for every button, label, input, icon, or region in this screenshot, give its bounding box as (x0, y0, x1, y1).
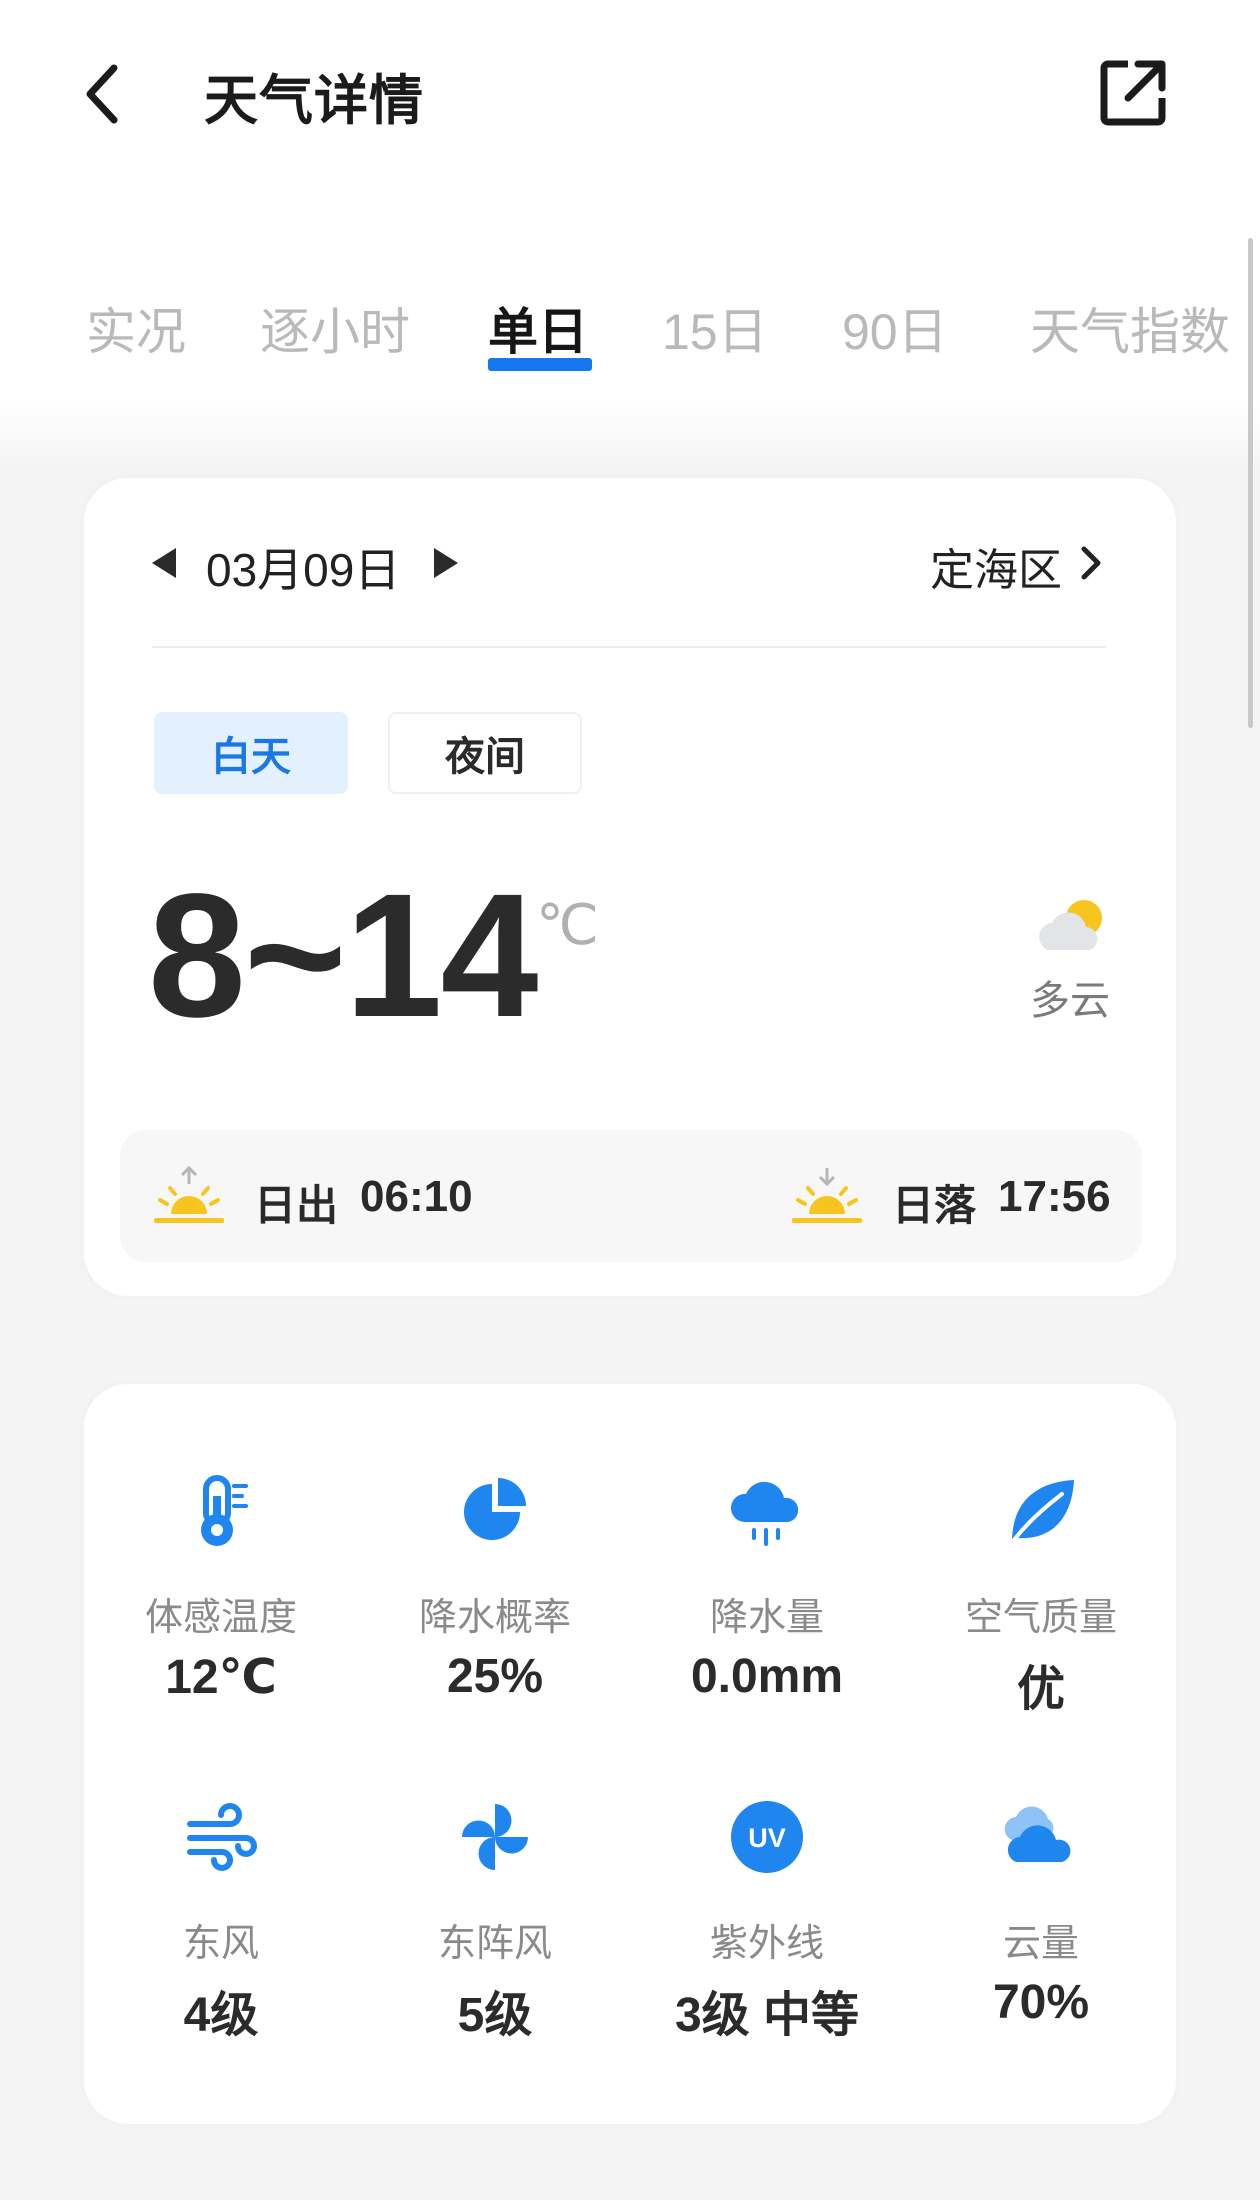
day-toggle-button[interactable]: 白天 (154, 712, 348, 794)
cloud-icon (1004, 1806, 1071, 1862)
page-title: 天气详情 (204, 71, 424, 131)
detail-label: 空气质量 (964, 1597, 1117, 1639)
detail-label: 降水量 (709, 1597, 824, 1639)
tab-single-day[interactable]: 单日 (488, 292, 588, 364)
sunset-time: 17:56 (998, 1172, 1111, 1221)
detail-wind[interactable]: 东风 4级 (84, 1798, 358, 2045)
detail-label: 紫外线 (709, 1923, 824, 1965)
temperature-range: 8~14 (148, 858, 538, 1054)
tab-hourly[interactable]: 逐小时 (260, 292, 410, 364)
detail-label: 东风 (182, 1923, 259, 1965)
leaf-icon (1012, 1480, 1074, 1542)
tab-90-day[interactable]: 90日 (842, 292, 948, 364)
weather-condition: 多云 (1030, 979, 1110, 1023)
wind-icon (187, 1803, 257, 1871)
detail-value: 5级 (457, 1989, 533, 2042)
previous-day-icon[interactable] (152, 548, 176, 578)
uv-icon-text: UV (748, 1823, 786, 1853)
sunset-label: 日落 (892, 1182, 977, 1229)
scrollbar[interactable] (1248, 238, 1253, 728)
tab-weather-index[interactable]: 天气指数 (1030, 292, 1238, 364)
detail-value: 0.0mm (690, 1650, 844, 1703)
location-label[interactable]: 定海区 (930, 534, 1062, 598)
temperature-unit: ℃ (536, 893, 599, 956)
sunset-icon (792, 1168, 862, 1223)
detail-value: 3级 中等 (674, 1989, 860, 2042)
detail-gust[interactable]: 东阵风 5级 (358, 1798, 632, 2045)
active-tab-indicator (488, 358, 592, 371)
tab-15-day[interactable]: 15日 (662, 292, 768, 364)
detail-uv[interactable]: UV 紫外线 3级 中等 (630, 1798, 904, 2045)
detail-value: 70% (992, 1976, 1090, 2029)
detail-value: 4级 (183, 1989, 259, 2042)
divider (152, 646, 1106, 648)
sunrise-icon (154, 1165, 224, 1223)
next-day-icon[interactable] (434, 548, 458, 578)
detail-value: 12℃ (165, 1651, 277, 1704)
share-icon[interactable] (1098, 56, 1170, 128)
detail-value: 优 (1016, 1663, 1065, 1716)
rain-cloud-icon (730, 1481, 799, 1546)
partly-cloudy-icon (1039, 900, 1102, 950)
detail-label: 东阵风 (437, 1923, 552, 1965)
detail-label: 云量 (1002, 1923, 1079, 1965)
detail-label: 降水概率 (418, 1597, 571, 1639)
detail-feels-like[interactable]: 体感温度 12℃ (84, 1472, 358, 1705)
date-label: 03月09日 (206, 544, 401, 596)
pinwheel-icon (462, 1804, 528, 1870)
detail-label: 体感温度 (144, 1597, 297, 1639)
detail-cloud-cover[interactable]: 云量 70% (904, 1798, 1178, 2030)
night-toggle-button[interactable]: 夜间 (388, 712, 582, 794)
detail-precipitation[interactable]: 降水量 0.0mm (630, 1472, 904, 1704)
uv-icon: UV (731, 1801, 803, 1873)
chevron-right-icon[interactable] (1078, 544, 1104, 582)
back-icon[interactable] (78, 60, 130, 128)
thermometer-icon (201, 1475, 248, 1546)
pie-chart-icon (464, 1478, 526, 1540)
detail-precip-probability[interactable]: 降水概率 25% (358, 1472, 632, 1704)
detail-air-quality[interactable]: 空气质量 优 (904, 1472, 1178, 1719)
sunrise-time: 06:10 (360, 1172, 473, 1221)
tab-realtime[interactable]: 实况 (86, 292, 186, 364)
detail-value: 25% (446, 1650, 544, 1703)
sunrise-label: 日出 (254, 1182, 339, 1229)
